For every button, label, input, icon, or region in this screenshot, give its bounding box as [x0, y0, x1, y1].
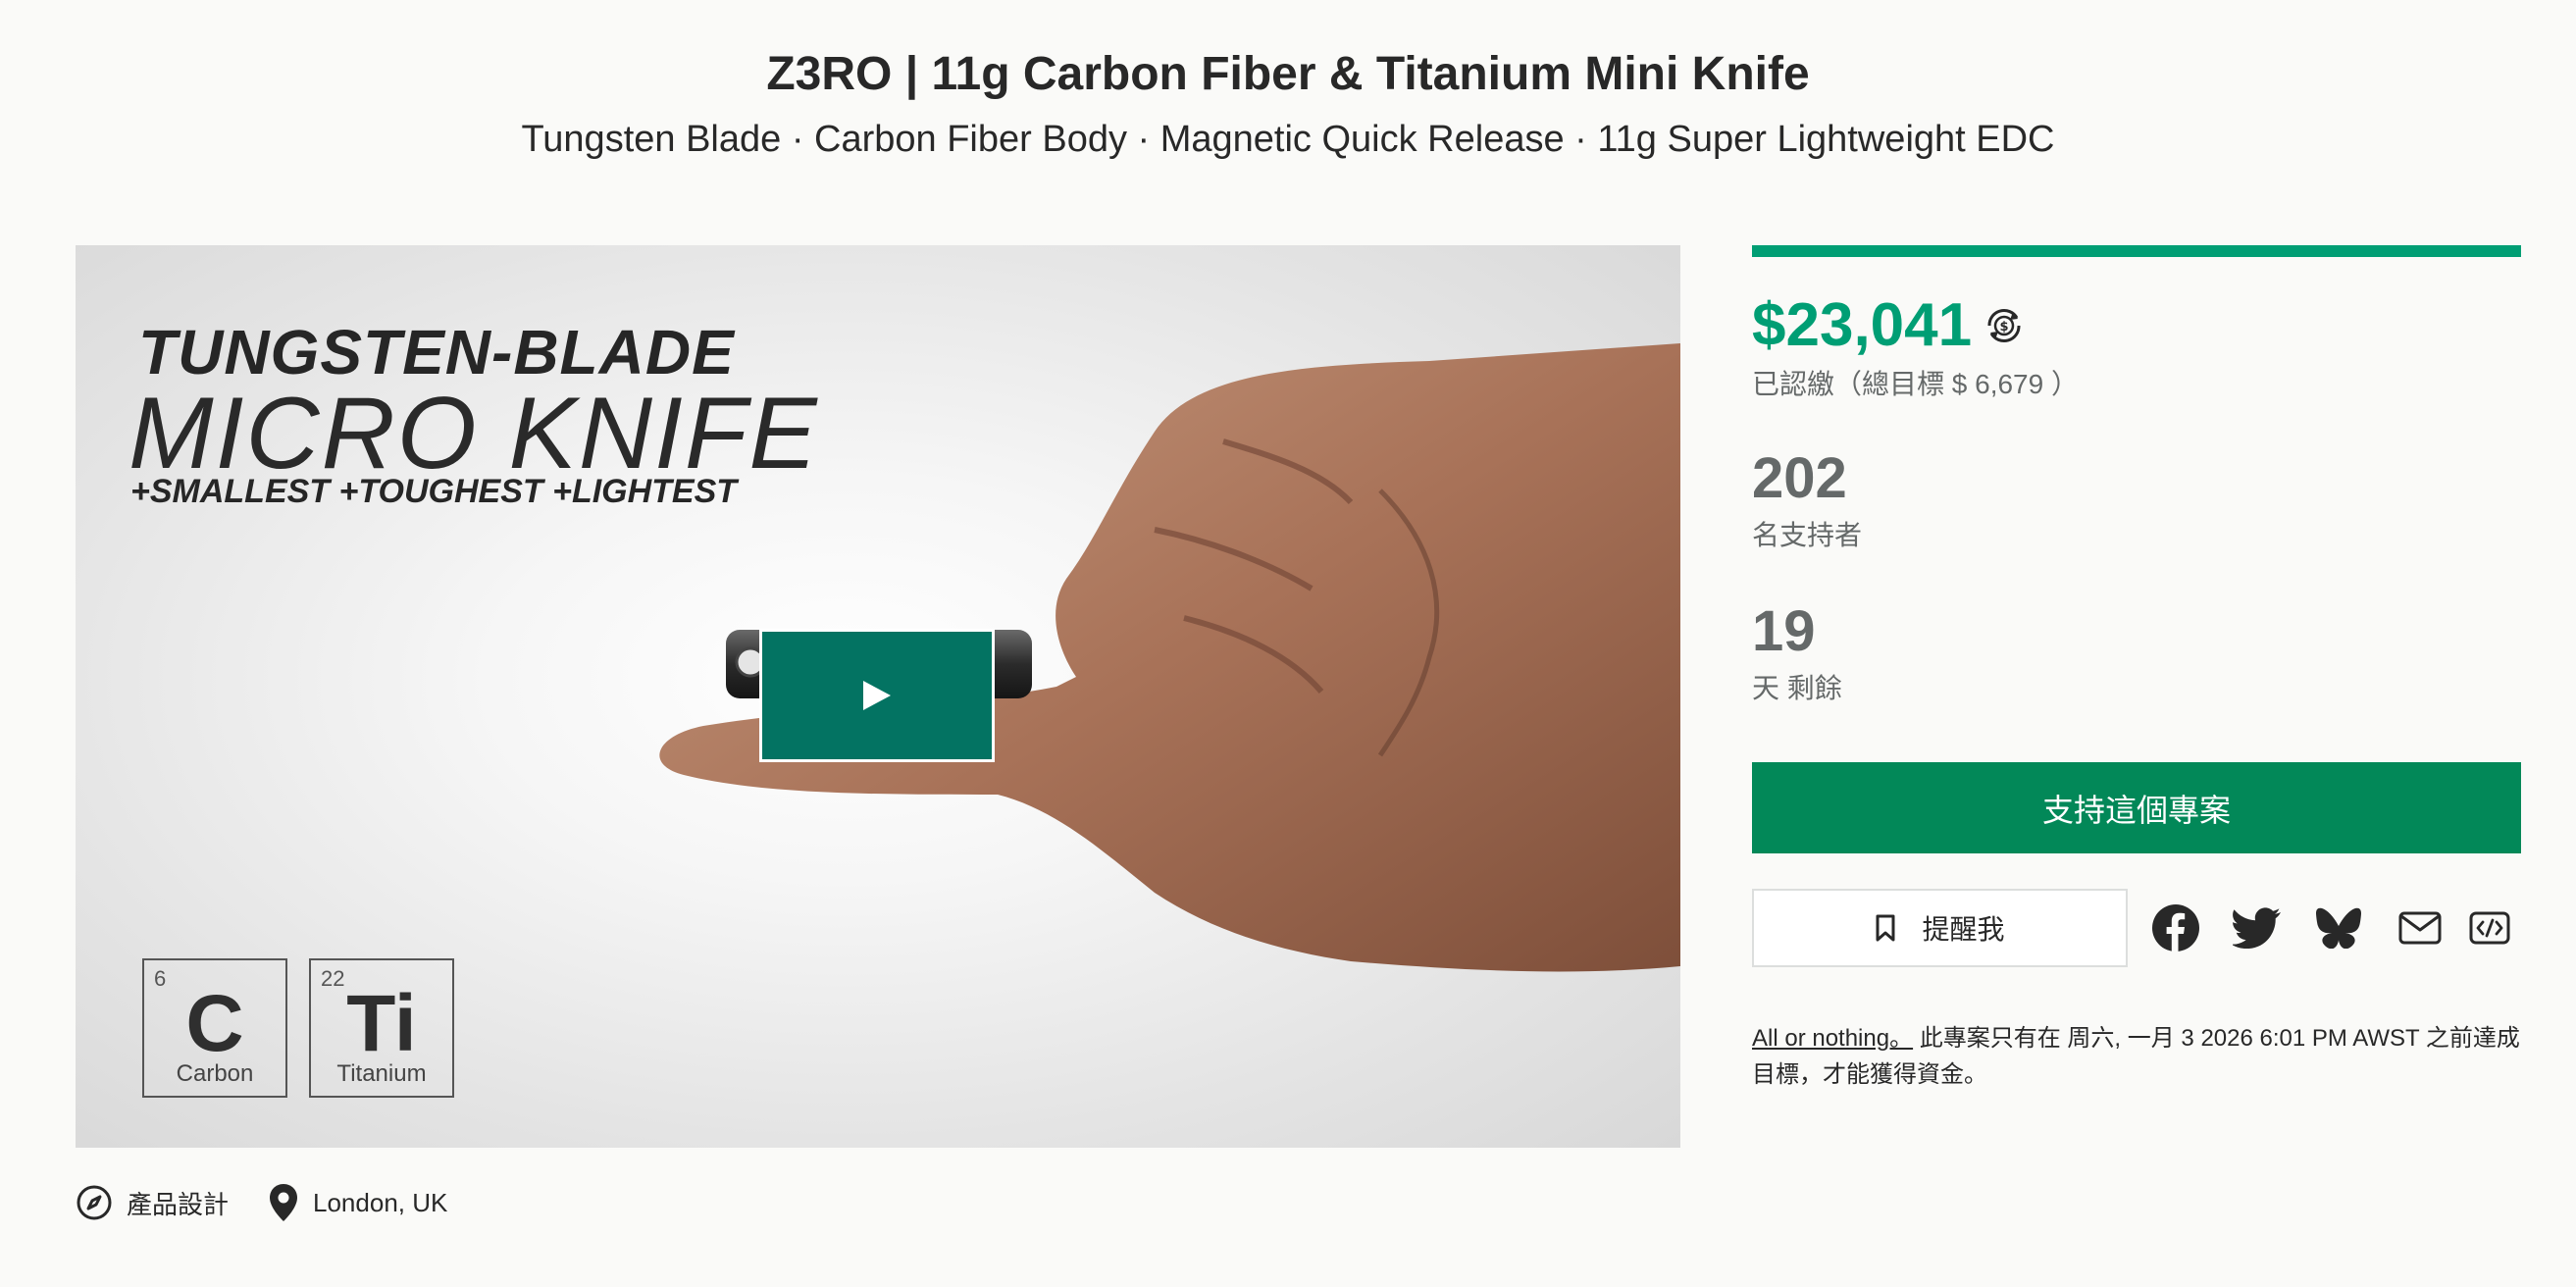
funding-terms: All or nothing。 此專案只有在 周六, 一月 3 2026 6:0…	[1752, 1020, 2521, 1093]
share-facebook-button[interactable]	[2144, 897, 2207, 959]
pledged-goal-note: 已認繳（總目標 $ 6,679 ）	[1752, 369, 2079, 399]
days-remaining-count: 19	[1752, 599, 1816, 663]
category-label: 產品設計	[127, 1189, 230, 1219]
project-meta: 產品設計 London, UK	[76, 1177, 487, 1228]
embed-button[interactable]	[2458, 897, 2521, 959]
project-title: Z3RO | 11g Carbon Fiber & Titanium Mini …	[766, 48, 1810, 100]
project-video[interactable]: TUNGSTEN-BLADE MICRO KNIFE +SMALLEST +TO…	[76, 245, 1680, 1148]
compass-icon	[77, 1185, 112, 1220]
play-icon	[863, 681, 891, 710]
days-remaining-label: 天 剩餘	[1752, 673, 1842, 703]
backers-label: 名支持者	[1752, 520, 1863, 550]
currency-conversion-icon[interactable]: $	[1982, 303, 2027, 348]
location-pin-icon	[270, 1184, 298, 1221]
element-symbol: Ti	[346, 979, 417, 1068]
pledged-row: $23,041 $	[1752, 290, 2027, 360]
funding-progress-bar	[1752, 245, 2521, 257]
all-or-nothing-link[interactable]: All or nothing。	[1752, 1025, 1913, 1052]
pledged-amount: $23,041	[1752, 291, 1973, 359]
element-titanium-tile: 22 Ti Titanium	[309, 958, 454, 1098]
twitter-icon	[2233, 907, 2281, 949]
back-this-project-button[interactable]: 支持這個專案	[1752, 762, 2521, 853]
bluesky-icon	[2316, 907, 2361, 949]
bookmark-icon	[1876, 914, 1895, 942]
element-name: Titanium	[336, 1060, 427, 1087]
element-symbol: C	[185, 979, 244, 1068]
share-email-button[interactable]	[2389, 897, 2451, 959]
mail-icon	[2398, 911, 2442, 945]
location-label: London, UK	[313, 1187, 448, 1217]
remind-me-label: 提醒我	[1922, 914, 2005, 945]
svg-text:$: $	[2000, 320, 2009, 335]
element-name: Carbon	[176, 1060, 254, 1087]
category-link[interactable]: 產品設計	[76, 1184, 229, 1221]
location-link[interactable]: London, UK	[268, 1182, 447, 1223]
funding-progress-fill	[1752, 245, 2521, 257]
project-subtitle: Tungsten Blade · Carbon Fiber Body · Mag…	[521, 119, 2055, 160]
embed-icon	[2469, 911, 2510, 945]
share-bluesky-button[interactable]	[2307, 897, 2370, 959]
play-video-button[interactable]	[759, 629, 995, 762]
remind-me-button[interactable]: 提醒我	[1752, 889, 2128, 967]
share-twitter-button[interactable]	[2226, 897, 2289, 959]
facebook-icon	[2152, 904, 2199, 952]
backers-count: 202	[1752, 446, 1847, 510]
element-carbon-tile: 6 C Carbon	[142, 958, 287, 1098]
